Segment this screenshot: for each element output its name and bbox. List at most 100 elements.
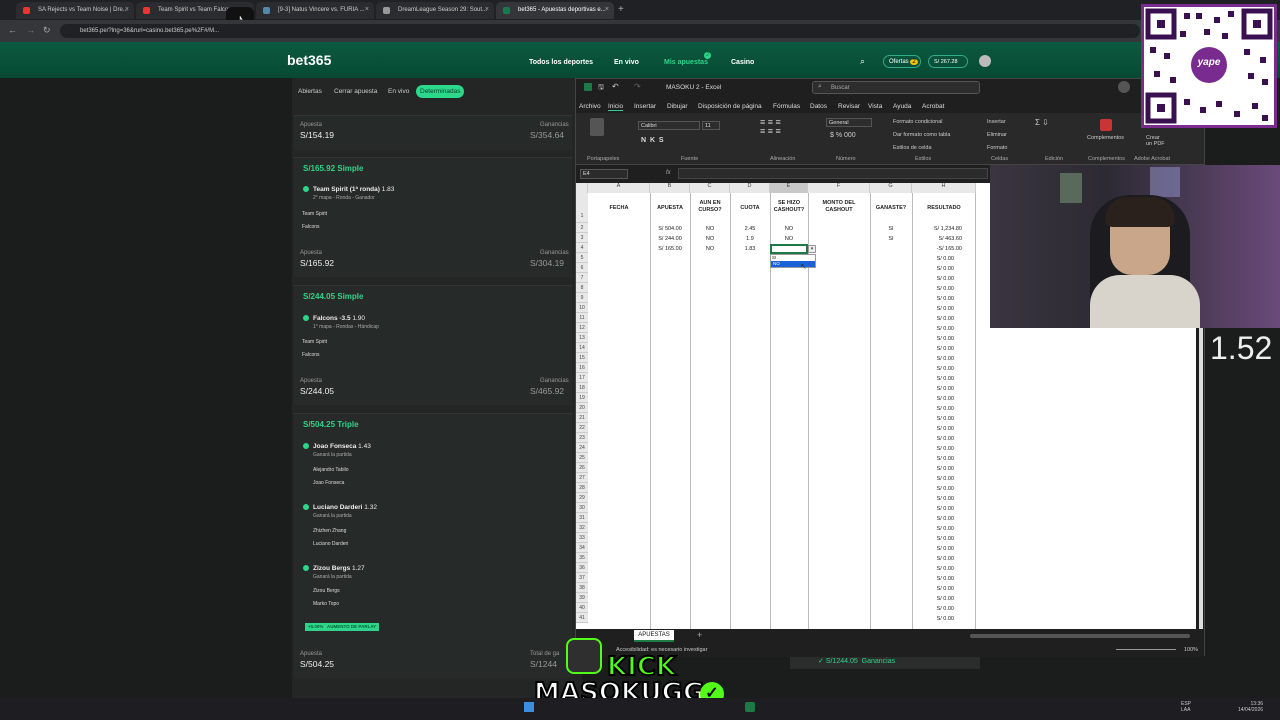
cell[interactable]: SI [870, 236, 912, 242]
redo-icon[interactable]: ↷ [634, 82, 641, 91]
sheet-tab-apuestas[interactable]: APUESTAS [634, 630, 674, 642]
menu-vista[interactable]: Vista [868, 103, 882, 110]
row-header[interactable]: 2 [576, 223, 588, 233]
menu-inicio[interactable]: Inicio [608, 103, 624, 111]
tab-dreamleague[interactable]: DreamLeague Season 29: Sout... × [376, 2, 494, 19]
row-header[interactable]: 31 [576, 513, 588, 523]
tab-bet365[interactable]: bet365 - Apuestas deportivas e... × [496, 2, 614, 19]
cell[interactable]: S/ 0.00 [912, 606, 976, 612]
cell[interactable]: S/ 0.00 [912, 366, 976, 372]
number-format-select[interactable]: General [826, 118, 872, 127]
filter-abiertas[interactable]: Abiertas [298, 88, 322, 95]
row-header[interactable]: 26 [576, 463, 588, 473]
cell[interactable]: S/ 0.00 [912, 336, 976, 342]
cell[interactable]: S/ 0.00 [912, 586, 976, 592]
row-header[interactable]: 10 [576, 303, 588, 313]
row-header[interactable]: 36 [576, 563, 588, 573]
menu-ayuda[interactable]: Ayuda [893, 103, 911, 110]
cell[interactable]: S/ 0.00 [912, 406, 976, 412]
dropdown-option-si[interactable]: SI [772, 255, 776, 260]
cell[interactable]: 2.45 [730, 226, 770, 232]
row-header[interactable]: 41 [576, 613, 588, 623]
cell[interactable]: 1.83 [730, 246, 770, 252]
cell[interactable]: S/ 504.00 [650, 226, 690, 232]
row-header[interactable]: 29 [576, 493, 588, 503]
cell[interactable]: S/ 0.00 [912, 296, 976, 302]
format-table-button[interactable]: Dar formato como tabla [893, 132, 950, 138]
row-header[interactable]: 40 [576, 603, 588, 613]
new-tab-icon[interactable]: + [618, 4, 624, 15]
nav-en-vivo[interactable]: En vivo [614, 59, 639, 66]
bold-button[interactable]: N K S [641, 137, 664, 144]
alignment-icons[interactable]: ≡ ≡ ≡ ≡ ≡ ≡ [760, 118, 781, 136]
close-tab-icon[interactable]: × [485, 6, 489, 13]
dropdown-arrow-icon[interactable]: ▾ [808, 245, 816, 253]
currency-percent-icons[interactable]: $ % 000 [830, 132, 856, 139]
ofertas-button[interactable]: Ofertas 2 [883, 55, 921, 68]
paste-icon[interactable] [590, 118, 604, 136]
menu-archivo[interactable]: Archivo [579, 103, 601, 110]
cell[interactable]: NO [770, 236, 808, 242]
menu-disposicion[interactable]: Disposición de página [698, 103, 762, 110]
delete-cells-button[interactable]: Eliminar [987, 132, 1007, 138]
menu-revisar[interactable]: Revisar [838, 103, 860, 110]
reload-icon[interactable]: ↻ [43, 25, 51, 36]
row-header[interactable]: 22 [576, 423, 588, 433]
cell[interactable]: S/ 0.00 [912, 486, 976, 492]
cell[interactable]: S/ 0.00 [912, 326, 976, 332]
cell[interactable]: NO [690, 236, 730, 242]
row-header[interactable]: 30 [576, 503, 588, 513]
excel-search-input[interactable]: Buscar [812, 81, 980, 94]
row-header[interactable]: 8 [576, 283, 588, 293]
row-header[interactable]: 9 [576, 293, 588, 303]
format-cells-button[interactable]: Formato [987, 145, 1007, 151]
menu-dibujar[interactable]: Dibujar [667, 103, 688, 110]
insert-cells-button[interactable]: Insertar [987, 119, 1006, 125]
row-header[interactable]: 6 [576, 263, 588, 273]
cell[interactable]: -S/ 165.00 [912, 246, 976, 252]
cell[interactable]: S/ 0.00 [912, 576, 976, 582]
cell[interactable]: S/ 0.00 [912, 356, 976, 362]
row-header[interactable]: 34 [576, 543, 588, 553]
language-indicator[interactable]: ESP LAA [1181, 701, 1191, 713]
row-header[interactable]: 14 [576, 343, 588, 353]
row-header[interactable]: 25 [576, 453, 588, 463]
tab-natus-vincere[interactable]: [9-3] Natus Vincere vs. FURIA ... × [256, 2, 374, 19]
sum-icon[interactable]: Σ ⇩ [1035, 118, 1049, 127]
row-header[interactable]: 7 [576, 273, 588, 283]
cell[interactable]: S/ 0.00 [912, 306, 976, 312]
row-header[interactable]: 11 [576, 313, 588, 323]
menu-acrobat[interactable]: Acrobat [922, 103, 944, 110]
column-header[interactable]: G [870, 183, 912, 193]
row-header[interactable]: 32 [576, 523, 588, 533]
name-box[interactable]: E4 [580, 169, 628, 179]
column-header[interactable]: D [730, 183, 770, 193]
menu-formulas[interactable]: Fórmulas [773, 103, 800, 110]
balance-display[interactable]: S/ 267.28 [928, 55, 968, 68]
cell[interactable]: S/ 0.00 [912, 516, 976, 522]
filter-en-vivo[interactable]: En vivo [388, 88, 409, 95]
column-header[interactable]: C [690, 183, 730, 193]
cell[interactable]: S/ 0.00 [912, 256, 976, 262]
row-header[interactable]: 3 [576, 233, 588, 243]
url-field[interactable]: bet365.pe/?lng=36&rurl=casino.bet365.pe%… [60, 24, 1140, 38]
cell[interactable]: S/ 463.60 [912, 236, 976, 242]
cell[interactable]: S/ 0.00 [912, 376, 976, 382]
cell[interactable]: S/ 0.00 [912, 346, 976, 352]
cell[interactable]: S/ 0.00 [912, 526, 976, 532]
undo-icon[interactable]: ↶ [612, 82, 619, 91]
dropdown-option-no[interactable]: NO [771, 261, 815, 267]
account-avatar-icon[interactable] [979, 55, 991, 67]
row-header[interactable]: 5 [576, 253, 588, 263]
cell[interactable]: S/ 0.00 [912, 436, 976, 442]
cell[interactable]: NO [770, 226, 808, 232]
close-tab-icon[interactable]: × [125, 6, 129, 13]
add-sheet-icon[interactable]: + [697, 630, 702, 640]
column-header[interactable]: A [588, 183, 650, 193]
close-tab-icon[interactable]: × [605, 6, 609, 13]
active-cell-e4[interactable] [770, 244, 808, 254]
font-size-select[interactable]: 11 [702, 121, 720, 130]
cell[interactable]: S/ 0.00 [912, 536, 976, 542]
row-header[interactable]: 27 [576, 473, 588, 483]
menu-datos[interactable]: Datos [810, 103, 827, 110]
